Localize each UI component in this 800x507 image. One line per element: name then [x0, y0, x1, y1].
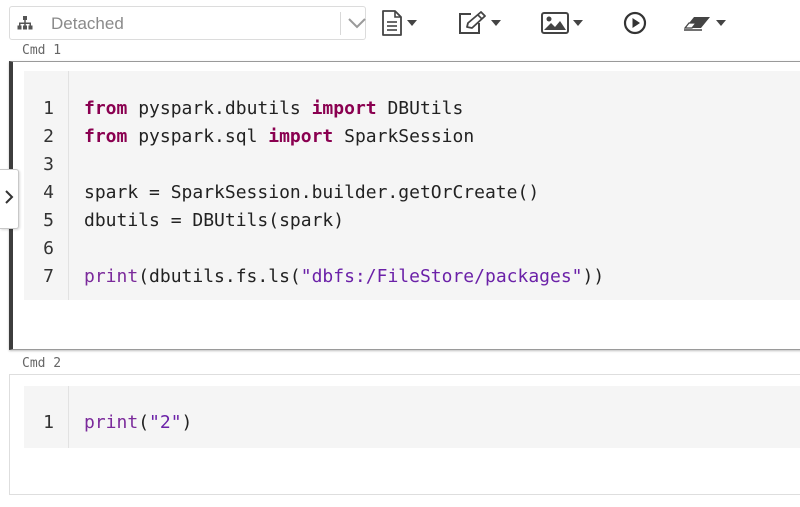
code-line: print("2") [84, 409, 800, 437]
image-menu-button[interactable] [541, 9, 583, 37]
notebook-cell-2[interactable]: 1 print("2") [9, 374, 800, 495]
line-number-gutter: 1 [24, 386, 69, 448]
builtin-token: print [84, 412, 139, 433]
code-token: ) [181, 412, 193, 433]
play-circle-icon [623, 11, 647, 35]
code-area[interactable]: print("2") [69, 386, 800, 448]
chevron-down-icon [491, 20, 501, 26]
keyword-token: import [311, 98, 377, 119]
chevron-down-icon [407, 20, 417, 26]
select-divider [340, 12, 341, 35]
keyword-token: from [84, 126, 128, 147]
file-menu-button[interactable] [381, 9, 417, 37]
cell-label-cmd-1: Cmd 1 [22, 43, 62, 58]
line-number: 1 [43, 412, 54, 433]
builtin-token: print [84, 266, 139, 287]
eraser-icon [684, 14, 712, 32]
code-editor[interactable]: 1 2 3 4 5 6 7 from pyspark.dbutils impor… [24, 71, 800, 300]
code-token: pyspark.sql [127, 126, 269, 147]
chevron-down-icon[interactable] [347, 16, 367, 30]
line-number: 2 [43, 126, 54, 147]
line-number: 6 [43, 238, 54, 259]
code-line: spark = SparkSession.builder.getOrCreate… [84, 182, 540, 203]
code-token: (dbutils.fs.ls( [138, 266, 301, 287]
image-icon [541, 12, 569, 34]
line-number: 5 [43, 210, 54, 231]
line-number: 4 [43, 182, 54, 203]
cluster-selector[interactable]: Detached [9, 6, 366, 40]
cell-label-cmd-2: Cmd 2 [22, 356, 62, 371]
code-token: pyspark.dbutils [127, 98, 312, 119]
cluster-status: Detached [51, 14, 124, 33]
notebook-cell-1[interactable]: 1 2 3 4 5 6 7 from pyspark.dbutils impor… [9, 61, 800, 350]
code-area[interactable]: from pyspark.dbutils import DBUtils from… [69, 71, 800, 300]
run-button[interactable] [623, 9, 647, 37]
code-token: )) [582, 266, 605, 287]
edit-menu-button[interactable] [457, 9, 501, 37]
code-line: print(dbutils.fs.ls("dbfs:/FileStore/pac… [84, 263, 800, 291]
clear-menu-button[interactable] [684, 9, 726, 37]
file-icon [381, 10, 403, 36]
code-token: ( [138, 412, 150, 433]
code-token: DBUtils [376, 98, 464, 119]
chevron-right-icon [4, 189, 14, 210]
string-token: "2" [149, 412, 182, 433]
chevron-down-icon [573, 20, 583, 26]
keyword-token: from [84, 98, 128, 119]
code-token: SparkSession [333, 126, 475, 147]
code-line: from pyspark.sql import SparkSession [84, 123, 800, 151]
notebook-toolbar: Detached [0, 0, 800, 44]
code-line: dbutils = DBUtils(spark) [84, 210, 345, 231]
code-line: from pyspark.dbutils import DBUtils [84, 95, 800, 123]
code-editor[interactable]: 1 print("2") [24, 386, 800, 448]
keyword-token: import [268, 126, 334, 147]
chevron-down-icon [716, 20, 726, 26]
edit-icon [457, 11, 487, 35]
sidebar-toggle-button[interactable] [0, 169, 19, 229]
line-number: 7 [43, 266, 54, 287]
string-token: "dbfs:/FileStore/packages" [300, 266, 583, 287]
network-icon [17, 16, 33, 30]
line-number: 3 [43, 154, 54, 175]
line-number: 1 [43, 98, 54, 119]
line-number-gutter: 1 2 3 4 5 6 7 [24, 71, 69, 300]
